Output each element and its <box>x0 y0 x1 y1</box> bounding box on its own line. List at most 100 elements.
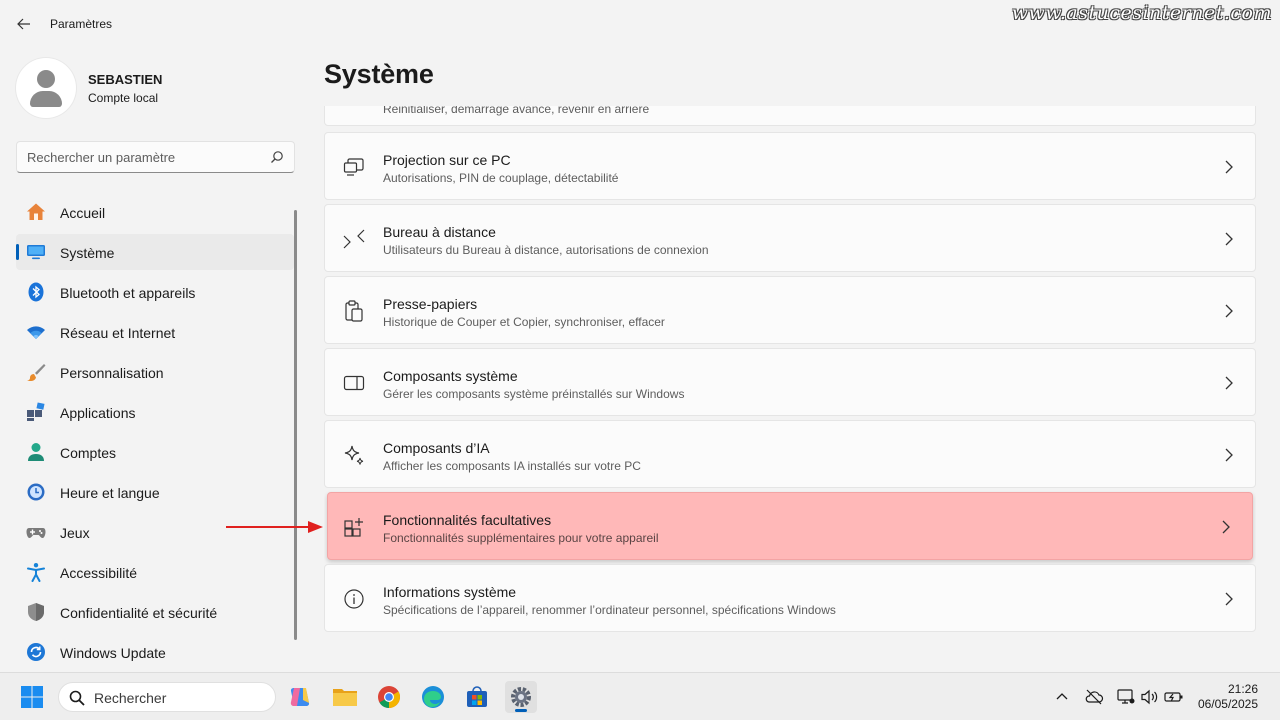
brush-icon <box>27 364 46 382</box>
chevron-right-icon <box>1222 520 1230 534</box>
projection-icon <box>343 158 364 176</box>
sidebar-item-accessibilite[interactable]: Accessibilité <box>16 554 294 590</box>
sidebar-item-label: Réseau et Internet <box>60 325 176 341</box>
accessibility-icon <box>27 563 45 582</box>
sidebar-item-label: Jeux <box>60 525 90 541</box>
sidebar-item-label: Bluetooth et appareils <box>60 285 196 301</box>
sparkle-icon <box>344 445 364 465</box>
partial-card-recovery[interactable]: Réinitialiser, démarrage avancé, revenir… <box>324 106 1256 126</box>
clock-date: 06/05/2025 <box>1197 697 1258 711</box>
card-system-components[interactable]: Composants système Gérer les composants … <box>324 348 1256 416</box>
page-title: Système <box>324 59 434 89</box>
home-icon <box>27 203 45 220</box>
person-icon <box>28 443 44 461</box>
network-icon[interactable] <box>1116 687 1136 707</box>
sidebar-item-bluetooth[interactable]: Bluetooth et appareils <box>16 274 294 310</box>
taskbar-search[interactable]: Rechercher <box>58 682 276 712</box>
sidebar-item-label: Windows Update <box>60 645 166 661</box>
window-title: Paramètres <box>50 17 113 31</box>
card-subtitle: Spécifications de l’appareil, renommer l… <box>383 603 836 617</box>
windows-start-icon[interactable] <box>20 685 44 709</box>
card-title: Presse-papiers <box>383 296 478 312</box>
sidebar-item-systeme[interactable]: Système <box>16 234 294 270</box>
settings-search[interactable] <box>16 141 295 173</box>
sidebar-item-label: Heure et langue <box>60 485 160 501</box>
update-icon <box>27 643 45 661</box>
clock[interactable]: 21:26 06/05/2025 <box>1198 682 1258 712</box>
card-subtitle: Historique de Couper et Copier, synchron… <box>383 315 665 329</box>
onedrive-offline-icon[interactable] <box>1084 687 1104 707</box>
clock-time: 21:26 <box>1227 682 1258 696</box>
copilot-button[interactable] <box>284 681 316 713</box>
components-icon <box>343 375 365 391</box>
store-icon <box>467 686 487 707</box>
user-profile[interactable]: SEBASTIEN Compte local <box>16 58 296 118</box>
taskbar-search-label: Rechercher <box>94 690 167 706</box>
search-icon <box>69 690 85 706</box>
card-title: Fonctionnalités facultatives <box>383 512 552 528</box>
back-button[interactable] <box>12 12 36 36</box>
sidebar-item-accueil[interactable]: Accueil <box>16 194 294 230</box>
sidebar-item-label: Confidentialité et sécurité <box>60 605 218 621</box>
chevron-right-icon <box>1225 376 1233 390</box>
remote-desktop-icon <box>343 229 365 249</box>
chevron-right-icon <box>1225 232 1233 246</box>
annotation-arrow <box>226 521 323 533</box>
title-bar: Paramètres www.astucesinternet.com <box>0 0 1280 48</box>
file-explorer-icon <box>333 689 357 706</box>
sidebar-nav: Accueil Système Bluetooth et appareils R… <box>16 194 294 674</box>
card-title: Composants système <box>383 368 518 384</box>
chevron-up-icon[interactable] <box>1052 687 1072 707</box>
card-system-info[interactable]: Informations système Spécifications de l… <box>324 564 1256 632</box>
sidebar-item-label: Système <box>60 245 115 261</box>
optional-features-icon <box>344 518 363 537</box>
card-remote-desktop[interactable]: Bureau à distance Utilisateurs du Bureau… <box>324 204 1256 272</box>
gamepad-icon <box>26 528 46 538</box>
edge-button[interactable] <box>417 681 449 713</box>
card-projection[interactable]: Projection sur ce PC Autorisations, PIN … <box>324 132 1256 200</box>
sidebar-item-personnalisation[interactable]: Personnalisation <box>16 354 294 390</box>
taskbar: Rechercher 21:26 06/05/2025 <box>0 672 1280 720</box>
sidebar-item-comptes[interactable]: Comptes <box>16 434 294 470</box>
info-icon <box>344 589 364 609</box>
user-name: SEBASTIEN <box>88 72 163 87</box>
search-input[interactable] <box>17 142 262 172</box>
store-button[interactable] <box>461 681 493 713</box>
monitor-icon <box>27 245 45 260</box>
card-clipboard[interactable]: Presse-papiers Historique de Couper et C… <box>324 276 1256 344</box>
sidebar-scrollbar[interactable] <box>294 210 297 640</box>
sidebar-item-label: Accueil <box>60 205 106 221</box>
battery-charging-icon[interactable] <box>1164 687 1184 707</box>
sidebar-item-confidentialite[interactable]: Confidentialité et sécurité <box>16 594 294 630</box>
card-title: Projection sur ce PC <box>383 152 511 168</box>
card-title: Bureau à distance <box>383 224 496 240</box>
file-explorer-button[interactable] <box>329 681 361 713</box>
sidebar-item-label: Accessibilité <box>60 565 138 581</box>
search-icon <box>271 151 283 163</box>
card-title: Informations système <box>383 584 517 600</box>
sidebar-item-windows-update[interactable]: Windows Update <box>16 634 294 670</box>
sidebar-item-heure[interactable]: Heure et langue <box>16 474 294 510</box>
sidebar-item-applications[interactable]: Applications <box>16 394 294 430</box>
watermark: www.astucesinternet.com <box>1011 2 1272 24</box>
sidebar-item-reseau[interactable]: Réseau et Internet <box>16 314 294 350</box>
settings-button[interactable] <box>505 681 537 713</box>
card-optional-features[interactable]: Fonctionnalités facultatives Fonctionnal… <box>327 492 1253 560</box>
card-ai-components[interactable]: Composants d’IA Afficher les composants … <box>324 420 1256 488</box>
chevron-right-icon <box>1225 592 1233 606</box>
card-title: Composants d’IA <box>383 440 490 456</box>
card-subtitle: Autorisations, PIN de couplage, détectab… <box>383 171 619 185</box>
card-subtitle: Fonctionnalités supplémentaires pour vot… <box>383 531 659 545</box>
bluetooth-icon <box>28 282 44 302</box>
sidebar-item-label: Applications <box>60 405 136 421</box>
copilot-icon <box>290 688 310 706</box>
sidebar-item-label: Comptes <box>60 445 117 461</box>
volume-icon[interactable] <box>1140 687 1160 707</box>
settings-list: Réinitialiser, démarrage avancé, revenir… <box>324 106 1256 646</box>
avatar <box>16 58 76 118</box>
wifi-icon <box>27 326 45 339</box>
chrome-button[interactable] <box>373 681 405 713</box>
chrome-icon <box>378 686 400 708</box>
clipboard-icon <box>345 300 363 322</box>
card-subtitle: Réinitialiser, démarrage avancé, revenir… <box>383 106 650 116</box>
